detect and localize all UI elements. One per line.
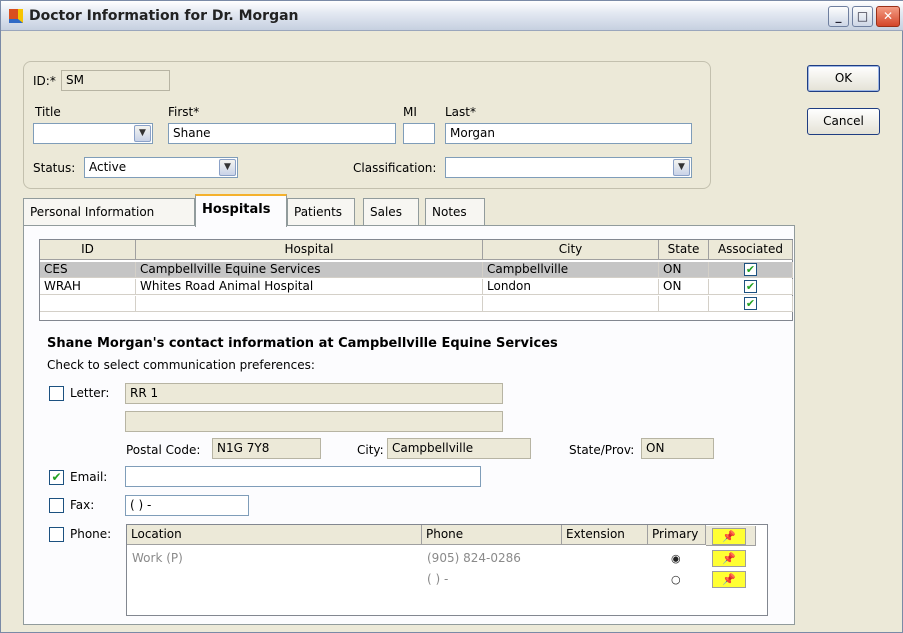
status-select[interactable]: Active ▼ [84,157,238,178]
title-select[interactable]: ▼ [33,123,153,144]
column-header-state[interactable]: State [659,240,709,260]
column-header-associated[interactable]: Associated [709,240,793,260]
first-label: First* [168,105,200,119]
cell-hospital: Whites Road Animal Hospital [136,279,483,295]
cell-city [483,296,659,312]
column-header-city[interactable]: City [483,240,659,260]
address-line1-field[interactable]: RR 1 [125,383,503,404]
cell-associated: ✔ [709,296,793,312]
minimize-button[interactable]: _ [828,6,849,27]
column-header-primary[interactable]: Primary [648,525,706,545]
address-line2-field[interactable] [125,411,503,432]
fax-label: Fax: [70,498,95,512]
phone-number: ( ) - [427,572,449,586]
cell-associated: ✔ [709,262,793,278]
column-header-id[interactable]: ID [40,240,136,260]
state-prov-label: State/Prov: [569,443,635,457]
cell-state: ON [659,279,709,295]
cell-hospital: Campbellville Equine Services [136,262,483,278]
cell-hospital [136,296,483,312]
postal-code-label: Postal Code: [126,443,201,457]
pin-header-cell: 📌 [706,526,756,546]
id-field[interactable]: SM [61,70,170,91]
email-checkbox[interactable]: ✔ [49,470,64,485]
postal-code-field[interactable]: N1G 7Y8 [212,438,321,459]
column-header-location[interactable]: Location [127,525,422,545]
id-label: ID:* [33,74,56,88]
pin-cell: 📌 [712,550,746,567]
close-button[interactable]: ✕ [876,6,900,27]
contact-instructions: Check to select communication preference… [47,358,315,372]
cell-state [659,296,709,312]
fax-field[interactable]: ( ) - [125,495,249,516]
email-field[interactable] [125,466,481,487]
city-field[interactable]: Campbellville [387,438,531,459]
phone-table[interactable]: Location Phone Extension Primary 📌 Work … [126,524,768,616]
letter-label: Letter: [70,386,110,400]
first-name-field[interactable]: Shane [168,123,396,144]
last-name-field[interactable]: Morgan [445,123,692,144]
pin-icon[interactable]: 📌 [712,571,746,588]
classification-select[interactable]: ▼ [445,157,692,178]
cell-city: London [483,279,659,295]
radio-off-icon: ○ [671,573,681,586]
phone-label: Phone: [70,527,112,541]
title-bar[interactable]: Doctor Information for Dr. Morgan _ □ ✕ [1,1,903,31]
city-label: City: [357,443,384,457]
letter-checkbox[interactable] [49,386,64,401]
primary-radio-selected[interactable]: ◉ [671,551,681,565]
mi-label: MI [403,105,417,119]
ok-button[interactable]: OK [807,65,880,92]
column-header-extension[interactable]: Extension [562,525,648,545]
fax-checkbox[interactable] [49,498,64,513]
cell-id [40,296,136,312]
contact-heading: Shane Morgan's contact information at Ca… [47,336,558,351]
title-label: Title [35,105,61,119]
tab-patients[interactable]: Patients [287,198,355,225]
pin-icon[interactable]: 📌 [712,528,746,545]
cell-city: Campbellville [483,262,659,278]
cell-associated: ✔ [709,279,793,295]
cancel-button[interactable]: Cancel [807,108,880,135]
last-label: Last* [445,105,476,119]
status-label: Status: [33,161,76,175]
mi-field[interactable] [403,123,435,144]
hospitals-table[interactable]: ID Hospital City State Associated CES Ca… [39,239,793,321]
associated-checkbox[interactable]: ✔ [744,280,757,293]
doctor-info-window: Doctor Information for Dr. Morgan _ □ ✕ … [0,0,903,633]
associated-checkbox[interactable]: ✔ [744,263,757,276]
chevron-down-icon[interactable]: ▼ [673,159,690,176]
pin-icon[interactable]: 📌 [712,550,746,567]
status-value: Active [89,160,127,174]
phone-location: Work (P) [132,551,183,565]
phone-checkbox[interactable] [49,527,64,542]
tab-notes[interactable]: Notes [425,198,485,225]
column-header-phone[interactable]: Phone [422,525,562,545]
cell-id: WRAH [40,279,136,295]
chevron-down-icon[interactable]: ▼ [219,159,236,176]
primary-radio[interactable]: ○ [671,572,681,586]
phone-number: (905) 824-0286 [427,551,521,565]
tab-sales[interactable]: Sales [363,198,419,225]
cell-state: ON [659,262,709,278]
tab-hospitals[interactable]: Hospitals [195,194,287,227]
chevron-down-icon[interactable]: ▼ [134,125,151,142]
app-icon [9,9,23,23]
radio-on-icon: ◉ [671,552,681,565]
tab-personal-information[interactable]: Personal Information [23,198,195,225]
classification-label: Classification: [353,161,437,175]
window-title: Doctor Information for Dr. Morgan [29,8,299,24]
email-label: Email: [70,470,108,484]
maximize-button[interactable]: □ [852,6,873,27]
cell-id: CES [40,262,136,278]
associated-checkbox[interactable]: ✔ [744,297,757,310]
pin-cell: 📌 [712,571,746,588]
state-prov-field[interactable]: ON [641,438,714,459]
column-header-hospital[interactable]: Hospital [136,240,483,260]
